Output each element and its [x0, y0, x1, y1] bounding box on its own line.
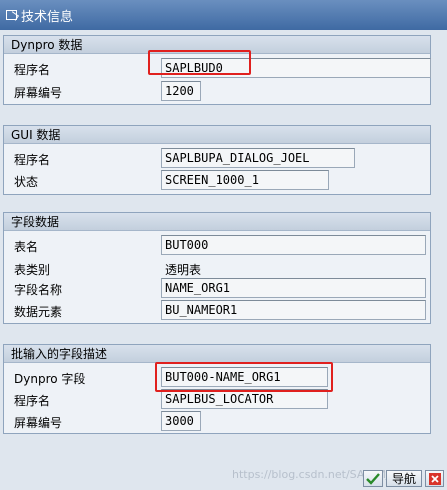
row-field-name: 字段名称 NAME_ORG1 — [4, 278, 430, 300]
field-dynpro-screen[interactable]: 1200 — [161, 81, 201, 101]
field-batch-screen[interactable]: 3000 — [161, 411, 201, 431]
checkmark-icon — [366, 472, 380, 485]
row-gui-status: 状态 SCREEN_1000_1 — [4, 170, 430, 192]
group-header-batch-input: 批输入的字段描述 — [4, 345, 430, 363]
highlight-box-dynpro-field — [155, 362, 333, 392]
row-data-element: 数据元素 BU_NAMEOR1 — [4, 300, 430, 322]
group-gui: GUI 数据 程序名 SAPLBUPA_DIALOG_JOEL 状态 SCREE… — [3, 125, 431, 195]
row-batch-screen: 屏幕编号 3000 — [4, 411, 430, 433]
group-header-field-data: 字段数据 — [4, 213, 430, 231]
value-table-type: 透明表 — [165, 263, 202, 277]
footer-bar: https://blog.csdn.net/SAP_MJ 导航 — [0, 466, 447, 490]
label-program: 程序名 — [14, 153, 51, 167]
confirm-button[interactable] — [363, 470, 383, 487]
label-status: 状态 — [14, 175, 39, 189]
field-batch-program[interactable]: SAPLBUS_LOCATOR — [161, 389, 328, 409]
field-gui-status[interactable]: SCREEN_1000_1 — [161, 170, 329, 190]
label-program: 程序名 — [14, 394, 51, 408]
field-gui-program[interactable]: SAPLBUPA_DIALOG_JOEL — [161, 148, 355, 168]
field-field-name[interactable]: NAME_ORG1 — [161, 278, 426, 298]
group-header-gui: GUI 数据 — [4, 126, 430, 144]
row-dynpro-screen: 屏幕编号 1200 — [4, 81, 430, 103]
navigate-button[interactable]: 导航 — [386, 470, 422, 487]
window-titlebar: 技术信息 — [0, 0, 447, 30]
tech-info-icon — [6, 10, 17, 20]
highlight-box-program — [148, 50, 251, 75]
label-screen-number: 屏幕编号 — [14, 416, 63, 430]
cancel-button[interactable] — [425, 470, 444, 487]
row-batch-program: 程序名 SAPLBUS_LOCATOR — [4, 389, 430, 411]
field-table-name[interactable]: BUT000 — [161, 235, 426, 255]
label-table-type: 表类别 — [14, 263, 51, 277]
label-data-element: 数据元素 — [14, 305, 63, 319]
label-table-name: 表名 — [14, 240, 39, 254]
group-field-data: 字段数据 表名 BUT000 表类别 透明表 字段名称 NAME_ORG1 数据… — [3, 212, 431, 324]
label-screen-number: 屏幕编号 — [14, 86, 63, 100]
close-icon — [428, 472, 441, 485]
label-dynpro-field: Dynpro 字段 — [14, 372, 86, 386]
navigate-label: 导航 — [391, 472, 416, 486]
window-title: 技术信息 — [21, 9, 74, 25]
field-data-element[interactable]: BU_NAMEOR1 — [161, 300, 426, 320]
label-field-name: 字段名称 — [14, 283, 63, 297]
row-table-name: 表名 BUT000 — [4, 235, 430, 257]
label-program: 程序名 — [14, 63, 51, 77]
row-gui-program: 程序名 SAPLBUPA_DIALOG_JOEL — [4, 148, 430, 170]
row-table-type: 表类别 透明表 — [4, 258, 430, 280]
